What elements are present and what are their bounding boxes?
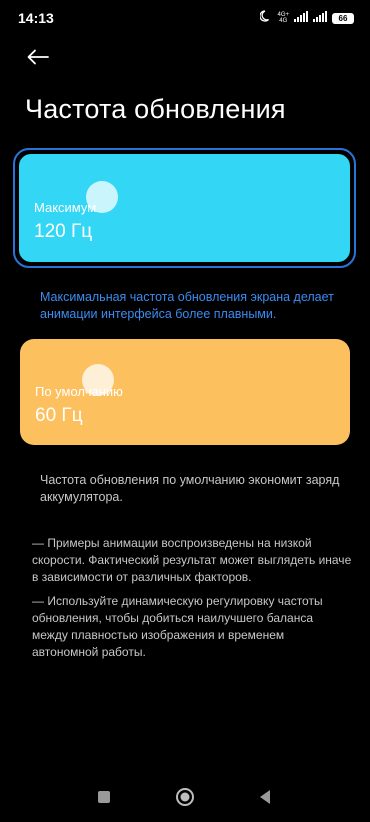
square-icon xyxy=(97,790,111,809)
status-bar: 14:13 4G+ 4G 66 xyxy=(0,0,370,36)
option-card-max[interactable]: Максимум 120 Гц xyxy=(19,154,350,262)
triangle-left-icon xyxy=(258,789,272,810)
network-type-bottom: 4G xyxy=(279,18,288,24)
status-icons: 4G+ 4G 66 xyxy=(259,9,354,27)
option-default-description: Частота обновления по умолчанию экономит… xyxy=(40,473,340,504)
battery-icon: 66 xyxy=(332,12,354,24)
moon-icon xyxy=(259,9,272,27)
circle-icon xyxy=(175,787,195,812)
option-card-default[interactable]: По умолчанию 60 Гц xyxy=(20,339,350,445)
note-animation-speed: — Примеры анимации воспроизведены на низ… xyxy=(32,536,352,584)
home-button[interactable] xyxy=(170,784,200,814)
option-label: По умолчанию xyxy=(35,384,123,399)
back-button[interactable] xyxy=(22,44,54,74)
nav-back-button[interactable] xyxy=(250,784,280,814)
recents-button[interactable] xyxy=(89,784,119,814)
network-type: 4G+ 4G xyxy=(277,12,289,24)
signal-icon xyxy=(294,9,308,27)
option-value: 60 Гц xyxy=(35,405,83,426)
navigation-bar xyxy=(0,784,370,814)
option-max-description: Максимальная частота обновления экрана д… xyxy=(40,290,334,321)
status-time: 14:13 xyxy=(18,10,54,26)
page-title: Частота обновления xyxy=(25,94,286,124)
screen: 14:13 4G+ 4G 66 Частота обновления Макси… xyxy=(0,0,370,822)
option-label: Максимум xyxy=(34,200,97,215)
signal-icon xyxy=(313,9,327,27)
note-dynamic-refresh: — Используйте динамическую регулировку ч… xyxy=(32,594,323,659)
arrow-left-icon xyxy=(27,49,49,70)
option-value: 120 Гц xyxy=(34,221,93,242)
